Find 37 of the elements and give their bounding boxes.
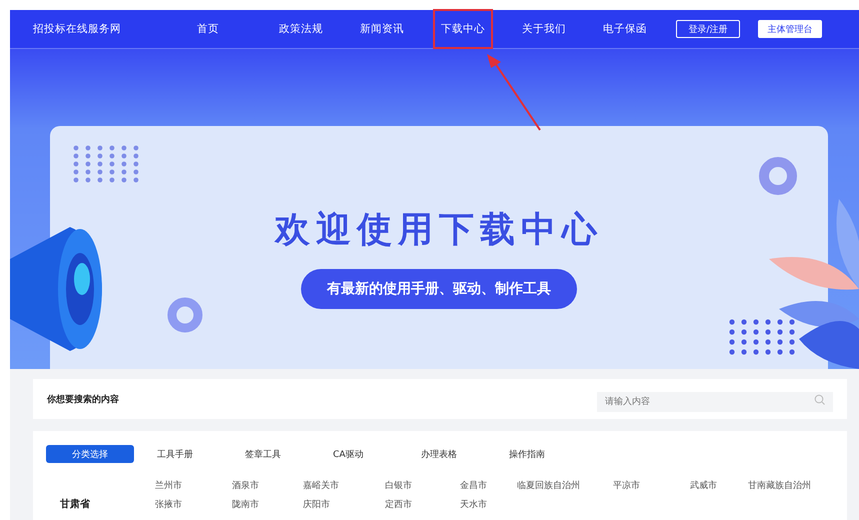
city-link[interactable]: 天水市: [460, 498, 517, 511]
login-button[interactable]: 登录/注册: [676, 20, 740, 38]
nav-link[interactable]: 电子保函: [595, 9, 655, 49]
city-link[interactable]: 张掖市: [155, 498, 232, 511]
nav-link[interactable]: 关于我们: [514, 9, 574, 49]
banner-subtitle: 有最新的使用手册、驱动、制作工具: [301, 269, 577, 309]
city-link[interactable]: 甘南藏族自治州: [748, 479, 811, 492]
category-tab[interactable]: 工具手册: [157, 445, 245, 463]
ring-drawing: [758, 156, 798, 196]
city-link[interactable]: 兰州市: [155, 479, 232, 492]
console-button[interactable]: 主体管理台: [758, 20, 822, 38]
city-link[interactable]: 白银市: [385, 479, 460, 492]
city-link[interactable]: 平凉市: [613, 479, 690, 492]
city-link[interactable]: 酒泉市: [232, 479, 303, 492]
province-label[interactable]: 甘肃省: [46, 497, 155, 511]
category-tab[interactable]: 办理表格: [421, 445, 509, 463]
city-link[interactable]: 武威市: [690, 479, 748, 492]
nav-link[interactable]: 新闻资讯: [352, 9, 412, 49]
city-link[interactable]: 定西市: [385, 498, 460, 511]
category-tab[interactable]: 分类选择: [46, 445, 134, 463]
city-link[interactable]: 临夏回族自治州: [517, 479, 613, 492]
banner-title: 欢迎使用下载中心: [275, 209, 603, 252]
city-link[interactable]: 金昌市: [460, 479, 517, 492]
nav-link[interactable]: 首页: [189, 9, 227, 49]
nav-link[interactable]: 下载中心: [433, 9, 493, 49]
category-tab[interactable]: CA驱动: [333, 445, 421, 463]
search-icon[interactable]: [814, 394, 825, 405]
city-link[interactable]: 嘉峪关市: [303, 479, 385, 492]
city-link[interactable]: 庆阳市: [303, 498, 385, 511]
nav-link[interactable]: 政策法规: [271, 9, 331, 49]
search-label: 你想要搜索的内容: [47, 393, 119, 406]
category-tab[interactable]: 操作指南: [509, 445, 597, 463]
site-name[interactable]: 招投标在线服务网: [33, 22, 183, 36]
category-tab[interactable]: 签章工具: [245, 445, 333, 463]
search-field[interactable]: 请输入内容: [597, 392, 833, 412]
ring-drawing: [166, 296, 204, 334]
city-link[interactable]: 陇南市: [232, 498, 303, 511]
